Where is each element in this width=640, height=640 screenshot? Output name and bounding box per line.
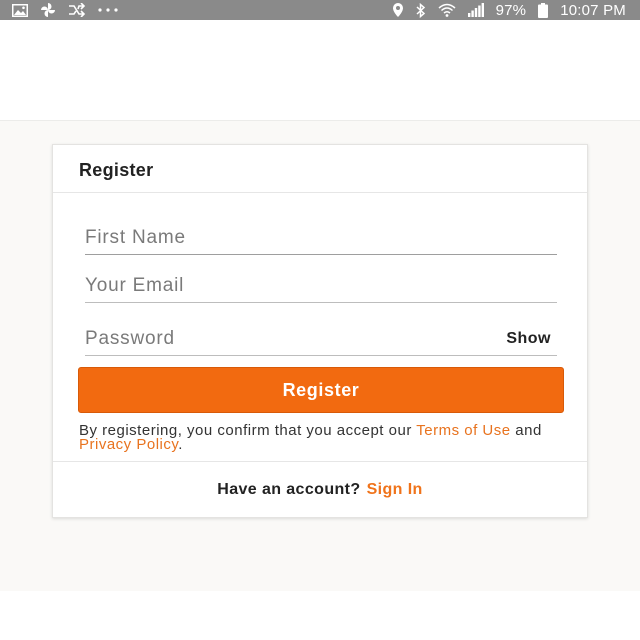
bluetooth-icon (416, 2, 426, 18)
signal-icon (467, 3, 484, 17)
status-bar: 97% 10:07 PM (0, 0, 640, 20)
bottom-area (0, 591, 640, 640)
legal-and: and (515, 422, 542, 439)
first-name-input[interactable] (85, 221, 557, 254)
pinwheel-icon (40, 2, 56, 18)
password-input[interactable] (85, 322, 465, 355)
sign-in-link[interactable]: Sign In (367, 481, 423, 499)
shuffle-icon (68, 3, 86, 17)
wifi-icon (438, 3, 456, 17)
register-button[interactable]: Register (78, 367, 564, 413)
image-icon (12, 3, 28, 17)
status-bar-right: 97% 10:07 PM (392, 2, 626, 19)
first-name-field (85, 221, 557, 255)
have-account-text: Have an account? (217, 481, 361, 498)
app-header (0, 20, 640, 121)
battery-percent: 97% (495, 1, 527, 19)
legal-suffix: . (178, 436, 183, 453)
email-field (85, 269, 557, 303)
status-time: 10:07 PM (560, 1, 626, 19)
terms-of-use-link[interactable]: Terms of Use (416, 422, 510, 439)
status-bar-left (12, 2, 118, 18)
battery-icon (538, 2, 549, 18)
card-title: Register (79, 160, 154, 180)
location-icon (392, 3, 404, 17)
password-field: Show (85, 322, 557, 356)
privacy-policy-link[interactable]: Privacy Policy (79, 436, 178, 453)
legal-text: By registering, you confirm that you acc… (79, 422, 559, 453)
page-background: Register Show Register By registering, y… (0, 121, 640, 591)
show-password-button[interactable]: Show (506, 330, 551, 348)
email-input[interactable] (85, 269, 557, 302)
card-header: Register (53, 145, 587, 193)
more-dots-icon (98, 8, 118, 12)
register-card: Register Show Register By registering, y… (52, 144, 588, 518)
card-footer: Have an account? Sign In (53, 461, 587, 518)
